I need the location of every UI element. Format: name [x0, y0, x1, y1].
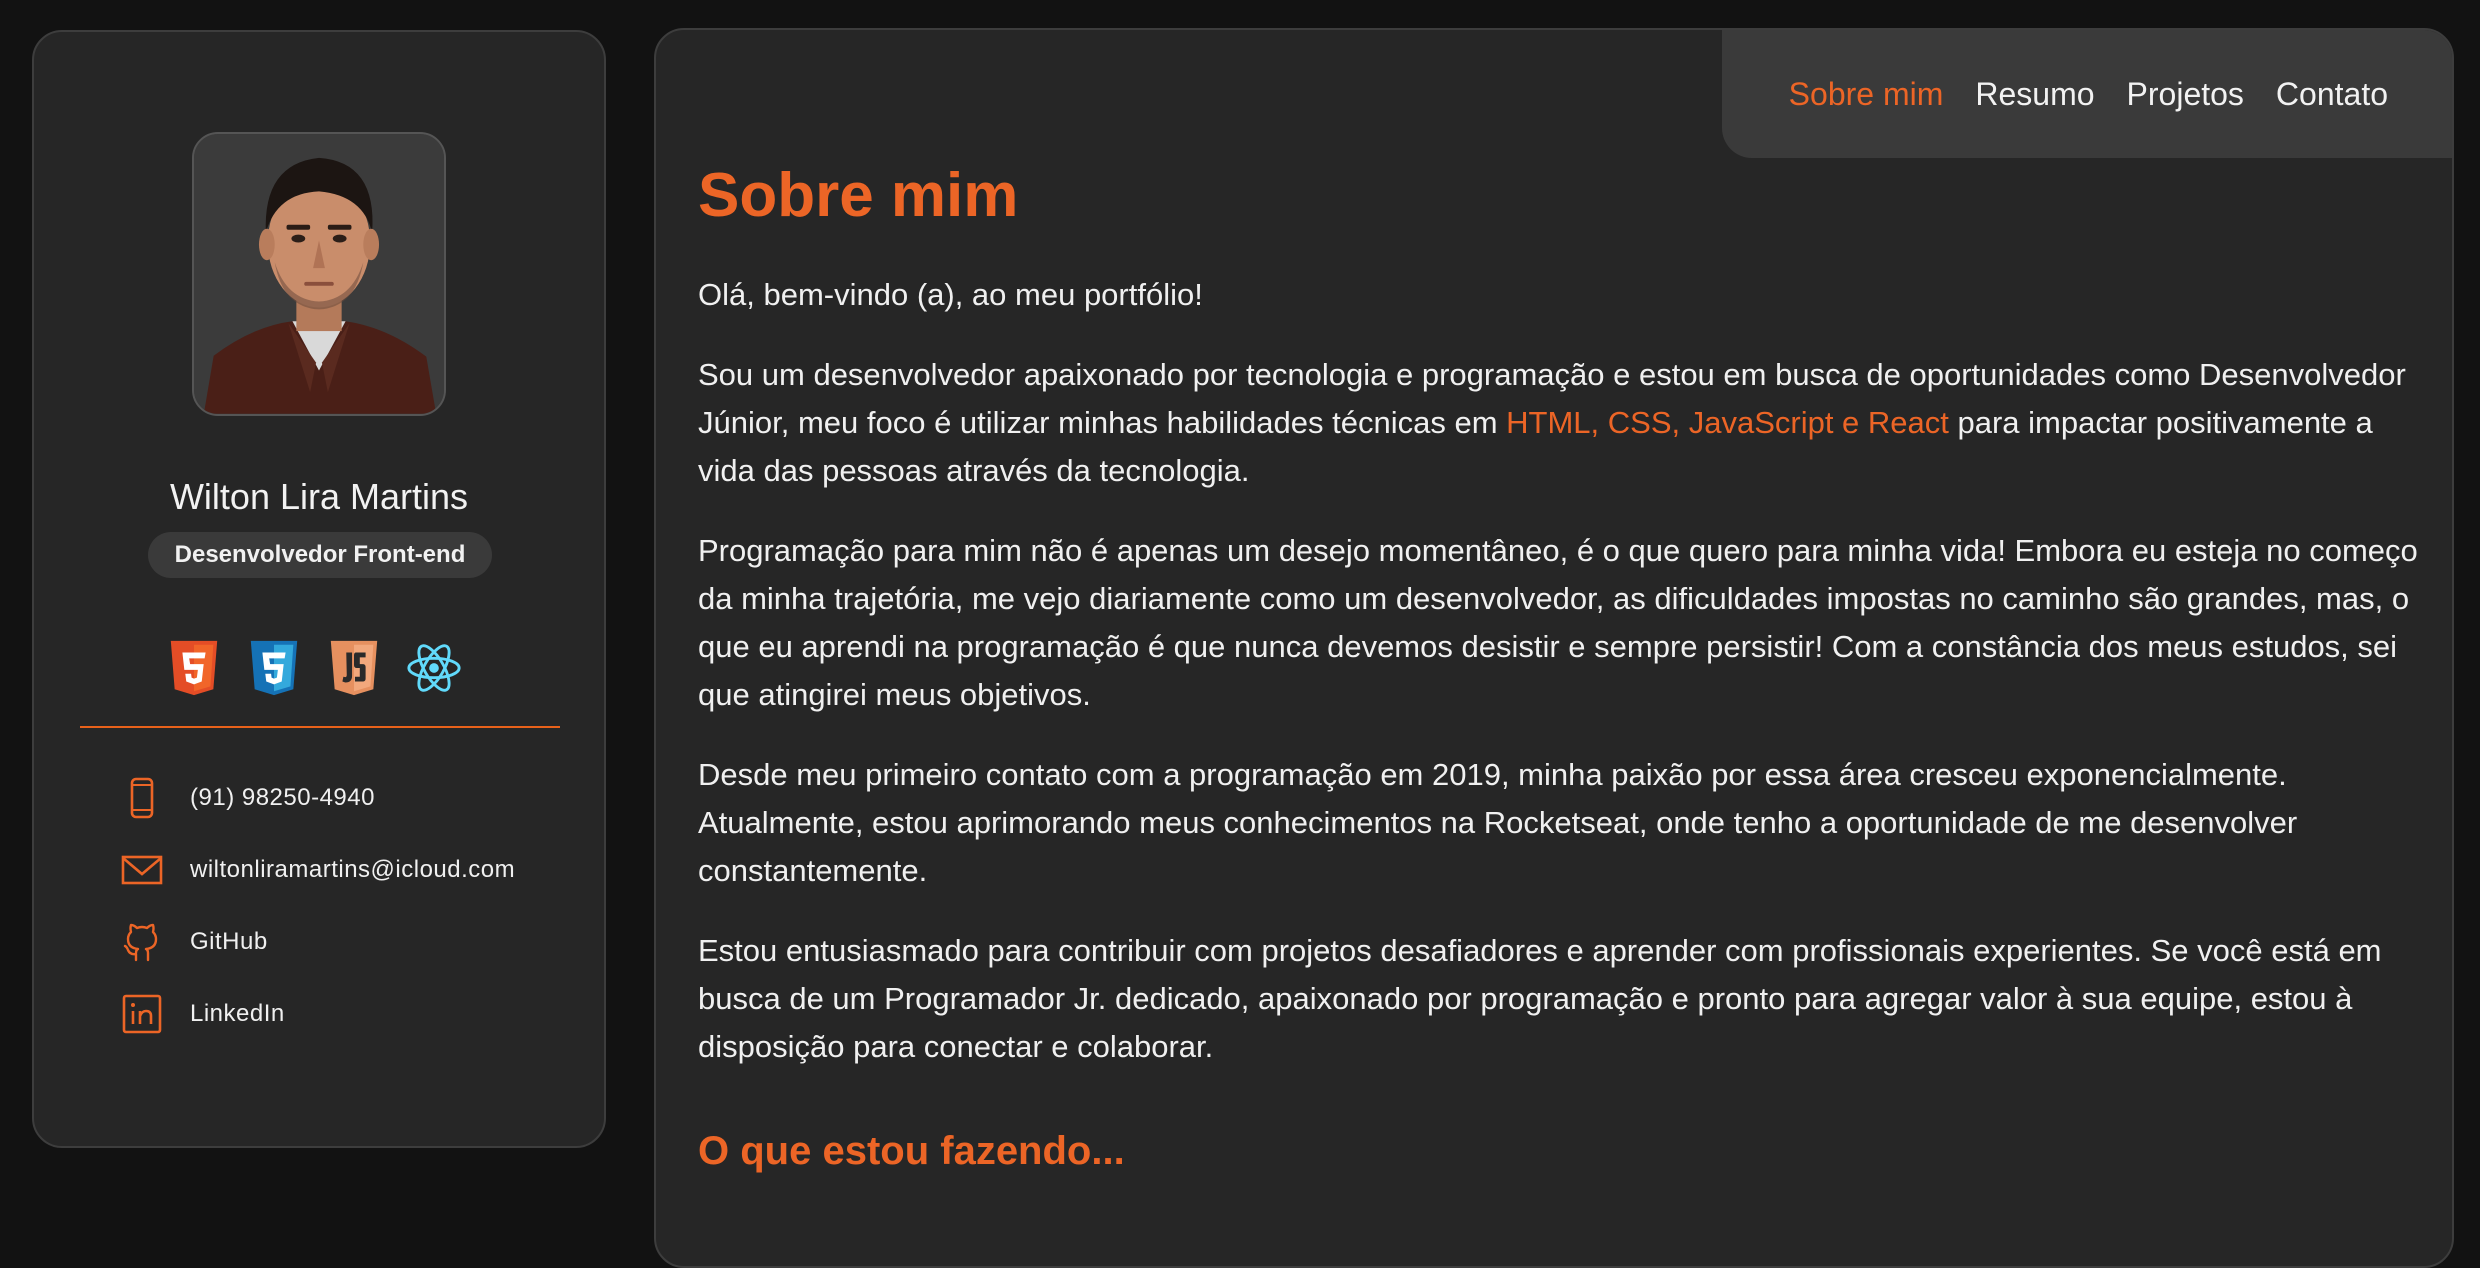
section-subtitle: O que estou fazendo...: [698, 1129, 1125, 1173]
about-paragraph-3: Desde meu primeiro contato com a program…: [698, 757, 2298, 888]
role-badge: Desenvolvedor Front-end: [148, 532, 492, 578]
nav-contato[interactable]: Contato: [2276, 76, 2388, 113]
contact-list: (91) 98250-4940 wiltonliramartins@icloud…: [120, 762, 580, 1050]
contact-github-label: GitHub: [190, 928, 268, 955]
nav-resumo[interactable]: Resumo: [1975, 76, 2094, 113]
html5-icon: [170, 640, 218, 696]
nav-projetos[interactable]: Projetos: [2127, 76, 2244, 113]
contact-email-label: wiltonliramartins@icloud.com: [190, 856, 516, 883]
about-paragraph-1: Sou um desenvolvedor apaixonado por tecn…: [698, 351, 2418, 495]
profile-sidebar: Wilton Lira Martins Desenvolvedor Front-…: [32, 30, 606, 1148]
contact-github[interactable]: GitHub: [120, 906, 580, 978]
css3-icon: [250, 640, 298, 696]
contact-linkedin-label: LinkedIn: [190, 1000, 285, 1027]
nav-sobre-mim[interactable]: Sobre mim: [1789, 76, 1944, 113]
javascript-icon: [330, 640, 378, 696]
about-paragraph-4: Estou entusiasmado para contribuir com p…: [698, 933, 2382, 1064]
contact-phone-label: (91) 98250-4940: [190, 784, 375, 811]
profile-name: Wilton Lira Martins: [169, 476, 469, 517]
tech-stack: [34, 638, 604, 698]
skills-highlight: HTML, CSS, JavaScript e React: [1506, 405, 1949, 440]
top-nav: Sobre mim Resumo Projetos Contato: [1722, 30, 2452, 158]
contact-email[interactable]: wiltonliramartins@icloud.com: [120, 834, 580, 906]
mail-icon: [121, 855, 163, 885]
page-title: Sobre mim: [698, 161, 1019, 230]
sidebar-divider: [80, 726, 560, 728]
main-panel: Sobre mim Resumo Projetos Contato Sobre …: [654, 28, 2454, 1268]
phone-icon: [130, 777, 154, 819]
avatar: [192, 132, 446, 416]
github-icon: [123, 923, 158, 962]
about-paragraph-2: Programação para mim não é apenas um des…: [698, 533, 2418, 712]
react-icon: [407, 644, 461, 692]
contact-linkedin[interactable]: LinkedIn: [120, 978, 580, 1050]
avatar-photo: [194, 134, 444, 414]
about-section: Sobre mim Olá, bem-vindo (a), ao meu por…: [698, 160, 2418, 1174]
linkedin-icon: [122, 994, 162, 1034]
greeting: Olá, bem-vindo (a), ao meu portfólio!: [698, 277, 1203, 312]
contact-phone[interactable]: (91) 98250-4940: [120, 762, 580, 834]
